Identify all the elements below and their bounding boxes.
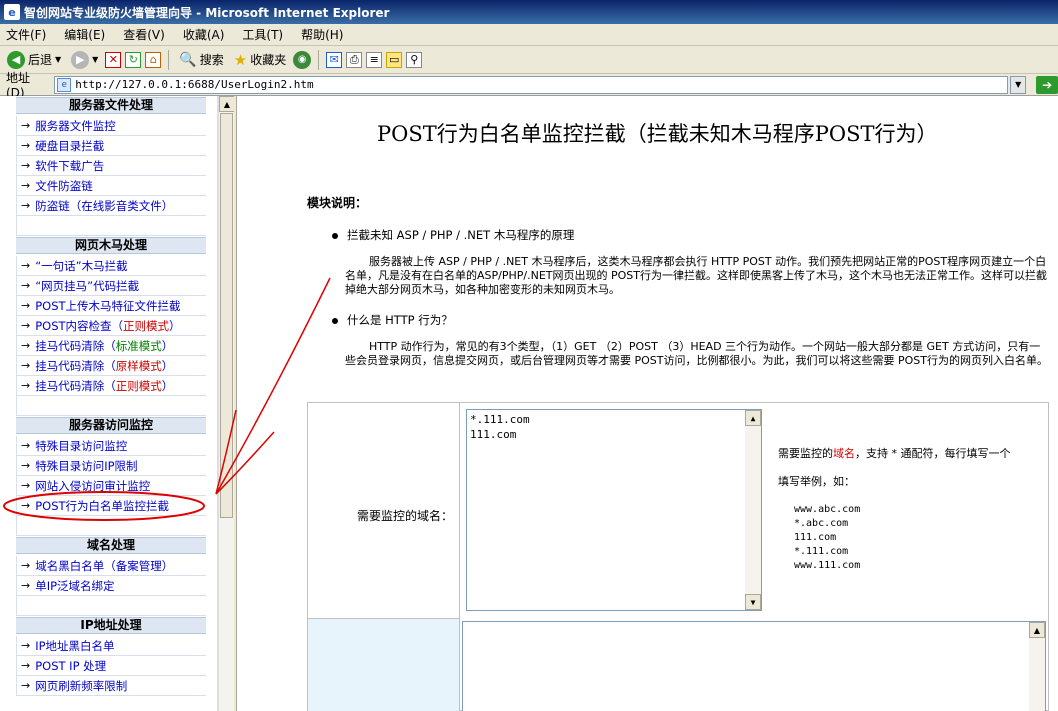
nav-item[interactable]: → POST内容检查（ 正则模式） [16,316,206,336]
messenger-icon[interactable]: ▭ [386,51,403,68]
page-title: POST行为白名单监控拦截（拦截未知木马程序POST行为） [377,122,938,146]
paragraph-http: HTTP 动作行为，常见的有3个类型，（1）GET （2）POST （3）HEA… [345,340,1048,367]
mail-icon[interactable]: ✉ [326,51,343,68]
nav-item[interactable]: → 域名黑白名单（备案管理） [16,556,206,576]
toolbar: ◀ 后退 ▼ ▶ ▼ ✕ ↻ ⌂ 🔍 搜索 ★ 收藏夹 ◉ ✉ ⎙ ≡ ▭ ⚲ [0,46,1058,74]
nav-spacer [16,396,206,416]
nav-spacer [16,216,206,236]
section-title-file: 服务器文件处理 [16,97,206,114]
nav-item[interactable]: → 防盗链（在线影音类文件） [16,196,206,216]
nav-item[interactable]: → 硬盘目录拦截 [16,136,206,156]
home-icon[interactable]: ⌂ [145,51,162,68]
window-titlebar: e 智创网站专业级防火墙管理向导 - Microsoft Internet Ex… [0,0,1058,24]
domain-textarea[interactable]: *.111.com 111.com ▲ ▼ [466,409,762,611]
section-title-access: 服务器访问监控 [16,417,206,434]
print-icon[interactable]: ⎙ [346,51,363,68]
bullet-icon [332,317,338,324]
search-button[interactable]: 🔍 搜索 [176,49,226,71]
nav-spacer [16,516,206,536]
scroll-thumb[interactable] [220,113,233,518]
scroll-up-icon[interactable]: ▲ [219,96,235,112]
domain-label: 需要监控的域名： [356,509,453,523]
section-title-ip: IP地址处理 [16,617,206,634]
nav-item[interactable]: → 服务器文件监控 [16,116,206,136]
edit-icon[interactable]: ≡ [366,51,383,68]
nav-item[interactable]: → 挂马代码清除（ 原样模式） [16,356,206,376]
nav-item[interactable]: → 网站入侵访问审计监控 [16,476,206,496]
nav-item[interactable]: → POST IP 处理 [16,656,206,676]
nav-item[interactable]: → 特殊目录访问IP限制 [16,456,206,476]
nav-item[interactable]: → 网页刷新频率限制 [16,676,206,696]
nav-item[interactable]: → 特殊目录访问监控 [16,436,206,456]
config-label-cell [308,619,460,711]
research-icon[interactable]: ⚲ [406,51,423,68]
favorites-button[interactable]: ★ 收藏夹 [231,49,289,71]
nav-item[interactable]: → 软件下载广告 [16,156,206,176]
menu-edit[interactable]: 编辑(E) [64,26,105,43]
paragraph-principle: 服务器被上传 ASP / PHP / .NET 木马程序后，这类木马程序都会执行… [345,255,1047,296]
left-nav-pane: 服务器文件处理 → 服务器文件监控 → 硬盘目录拦截 → 软件下载广告 → 文件防盗链 … [0,96,218,711]
toolbar-separator [168,49,170,70]
menu-favorites[interactable]: 收藏(A) [183,26,225,43]
menu-file[interactable]: 文件(F) [6,26,46,43]
address-url: http://127.0.0.1:6688/UserLogin2.htm [75,78,314,91]
config-table: 需要监控的域名： *.111.com 111.com ▲ ▼ 需要监控的域名，支… [307,402,1049,711]
page-icon: e [57,77,72,92]
nav-item[interactable]: → IP地址黑白名单 [16,636,206,656]
go-button[interactable]: ➔ [1036,75,1058,94]
config-label-cell: 需要监控的域名： [308,403,460,619]
domain-help: 需要监控的域名，支持 * 通配符，每行填写一个 填写举例，如： [778,447,1011,488]
domain-examples: www.abc.com *.abc.com 111.com *.111.com … [794,504,861,571]
scroll-up-icon[interactable]: ▲ [745,410,761,426]
nav-item[interactable]: → 文件防盗链 [16,176,206,196]
forward-arrow-icon: ▶ [71,50,90,69]
back-button[interactable]: ◀ 后退 ▼ [4,49,64,71]
nav-scrollbar[interactable]: ▲ [218,96,235,711]
bullet-icon [332,232,338,239]
back-arrow-icon: ◀ [7,50,25,69]
bullet-principle: 拦截未知 ASP / PHP / .NET 木马程序的原理 [332,227,574,243]
scroll-down-icon[interactable]: ▼ [745,594,761,610]
nav-item[interactable]: → “网页挂马”代码拦截 [16,276,206,296]
domain-line: *.111.com [470,413,530,426]
bullet-http: 什么是 HTTP 行为？ [332,312,453,328]
toolbar-separator [318,49,320,70]
stop-icon[interactable]: ✕ [105,51,122,68]
address-bar: 地址(D) e http://127.0.0.1:6688/UserLogin2… [0,71,1058,100]
address-input[interactable]: e http://127.0.0.1:6688/UserLogin2.htm [54,75,1009,94]
ie-icon: e [4,4,20,20]
forward-button[interactable]: ▶ ▼ [68,49,101,71]
section-title-domain: 域名处理 [16,537,206,554]
second-textarea[interactable]: ▲ [462,621,1046,711]
textarea-scrollbar[interactable]: ▲ [1029,622,1045,711]
domain-line: 111.com [470,428,517,441]
nav-item[interactable]: → 单IP泛域名绑定 [16,576,206,596]
nav-item[interactable]: → 挂马代码清除（ 标准模式） [16,336,206,356]
star-icon: ★ [233,50,248,69]
refresh-icon[interactable]: ↻ [125,51,142,68]
menu-help[interactable]: 帮助(H) [301,26,343,43]
window-title: 智创网站专业级防火墙管理向导 - Microsoft Internet Expl… [24,5,390,20]
menu-tools[interactable]: 工具(T) [242,26,283,43]
module-label: 模块说明： [307,196,368,210]
nav-item[interactable]: → 挂马代码清除（ 正则模式） [16,376,206,396]
forward-dropdown-icon[interactable]: ▼ [92,55,98,64]
section-title-trojan: 网页木马处理 [16,237,206,254]
nav-item[interactable]: → POST上传木马特征文件拦截 [16,296,206,316]
main-content: POST行为白名单监控拦截（拦截未知木马程序POST行为） 模块说明： 拦截未知… [237,96,1058,711]
search-icon: 🔍 [179,51,197,68]
menu-bar: 文件(F) 编辑(E) 查看(V) 收藏(A) 工具(T) 帮助(H) [0,24,1058,46]
textarea-scrollbar[interactable]: ▲ ▼ [745,410,761,610]
back-dropdown-icon[interactable]: ▼ [55,55,61,64]
media-icon[interactable]: ◉ [293,50,312,69]
address-dropdown-icon[interactable]: ▼ [1010,75,1027,94]
nav-item-post-whitelist[interactable]: → POST行为白名单监控拦截 [16,496,206,516]
menu-view[interactable]: 查看(V) [123,26,165,43]
nav-item[interactable]: → “一句话”木马拦截 [16,256,206,276]
scroll-up-icon[interactable]: ▲ [1029,622,1045,638]
nav-spacer [16,596,206,616]
